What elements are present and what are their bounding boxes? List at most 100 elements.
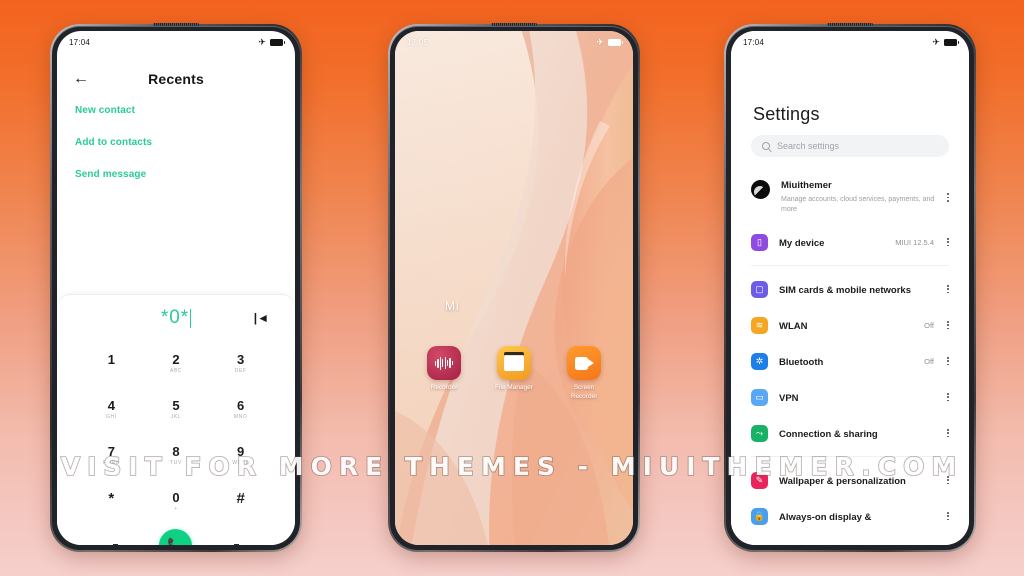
settings-body: Settings Search settings Miuithemer Mana… [731, 31, 969, 545]
key-digit: 5 [172, 397, 180, 413]
back-arrow-icon[interactable]: ← [73, 71, 89, 87]
settings-row-always-on-display[interactable]: 🔒 Always-on display & [731, 498, 969, 534]
key-digit: * [108, 489, 115, 507]
page-title: Recents [148, 71, 204, 87]
phone-call-icon[interactable]: 📞 [159, 529, 193, 545]
settings-row-vpn[interactable]: ▭ VPN [731, 379, 969, 415]
settings-screen: 17:04 ✈ Settings Search settings Miuithe… [731, 31, 969, 545]
key-digit: # [236, 489, 245, 507]
key-star[interactable]: * [79, 481, 144, 522]
more-vertical-icon[interactable] [943, 237, 953, 247]
key-6[interactable]: 6 MNO [208, 389, 273, 430]
key-0[interactable]: 0 + [144, 481, 209, 522]
recorder-icon [427, 346, 461, 380]
keyboard-hide-icon[interactable] [111, 542, 120, 545]
settings-row-account[interactable]: Miuithemer Manage accounts, cloud servic… [731, 171, 969, 224]
key-9[interactable]: 9 WXYZ [208, 435, 273, 476]
settings-row-bluetooth[interactable]: ✲ Bluetooth Off [731, 343, 969, 379]
action-add-to-contacts[interactable]: Add to contacts [75, 137, 277, 148]
dialer-header: ← Recents [57, 59, 295, 99]
wifi-icon: ≋ [751, 317, 768, 335]
device-icon: ▯ [751, 234, 768, 252]
more-vertical-icon[interactable] [943, 193, 953, 202]
airplane-icon: ✈ [932, 36, 940, 47]
app-recorder[interactable]: Recorder [420, 346, 468, 402]
settings-label: My device [779, 238, 825, 250]
folder-label: Mi [445, 299, 460, 313]
connection-sharing-icon: ⤳ [751, 425, 768, 443]
key-digit: 1 [107, 351, 115, 367]
search-placeholder: Search settings [777, 141, 840, 151]
key-letters: WXYZ [232, 460, 250, 467]
key-2[interactable]: 2 ABC [144, 343, 209, 384]
key-5[interactable]: 5 JKL [144, 389, 209, 430]
phone-device-dialer: 17:04 ✈ ← Recents New contact Add to con… [50, 23, 302, 552]
more-vertical-icon[interactable] [943, 392, 953, 402]
backspace-icon[interactable]: |◄ [254, 311, 269, 325]
vpn-icon: ▭ [751, 389, 768, 407]
app-screen-recorder[interactable]: Screen Recorder [560, 346, 608, 402]
status-time: 17:04 [743, 37, 765, 47]
key-8[interactable]: 8 TUV [144, 435, 209, 476]
key-letters: TUV [170, 460, 182, 467]
dialer-display[interactable]: *0* |◄ [57, 295, 295, 341]
action-send-message[interactable]: Send message [75, 169, 277, 180]
lock-screen-icon: 🔒 [751, 508, 768, 526]
key-digit: 7 [107, 443, 115, 459]
status-time: 17:05 [407, 37, 429, 47]
settings-row-wlan[interactable]: ≋ WLAN Off [731, 307, 969, 343]
dialed-number: *0* [160, 307, 190, 328]
settings-row-sim-cards[interactable]: ▢ SIM cards & mobile networks [731, 271, 969, 307]
dialpad-bottom-row: 📞 [57, 522, 295, 545]
status-bar-settings: 17:04 ✈ [731, 31, 969, 53]
key-digit: 8 [172, 443, 180, 459]
search-input[interactable]: Search settings [751, 135, 949, 157]
more-options-icon[interactable] [232, 542, 241, 545]
status-bar-dialer: 17:04 ✈ [57, 31, 295, 53]
settings-row-connection-sharing[interactable]: ⤳ Connection & sharing [731, 415, 969, 451]
status-time: 17:04 [69, 37, 91, 47]
key-7[interactable]: 7 PQRS [79, 435, 144, 476]
sim-card-icon: ▢ [751, 281, 768, 299]
phone-device-home: 17:05 ✈ Mi Recorder File Manager Screen … [388, 23, 640, 552]
dialpad-panel: *0* |◄ 1 2 ABC 3 DEF 4 GHI 5 JKL 6 MNO 7 PQRS … [57, 294, 295, 545]
settings-label: SIM cards & mobile networks [779, 285, 911, 297]
file-manager-icon [497, 346, 531, 380]
more-vertical-icon[interactable] [943, 284, 953, 294]
key-letters: GHI [105, 414, 117, 421]
wallpaper-image [395, 31, 633, 545]
more-vertical-icon[interactable] [943, 511, 953, 521]
wallpaper-icon: ✎ [751, 472, 768, 490]
text-cursor [190, 308, 192, 328]
key-4[interactable]: 4 GHI [79, 389, 144, 430]
settings-value: Off [924, 320, 934, 330]
account-name: Miuithemer [781, 180, 832, 191]
phone-device-settings: 17:04 ✈ Settings Search settings Miuithe… [724, 23, 976, 552]
settings-row-wallpaper[interactable]: ✎ Wallpaper & personalization [731, 462, 969, 498]
app-label: Screen Recorder [570, 384, 598, 400]
bluetooth-icon: ✲ [751, 353, 768, 371]
action-new-contact[interactable]: New contact [75, 105, 277, 116]
more-vertical-icon[interactable] [943, 320, 953, 330]
page-title: Settings [753, 104, 820, 124]
key-1[interactable]: 1 [79, 343, 144, 384]
more-vertical-icon[interactable] [943, 475, 953, 485]
key-digit: 0 [172, 489, 180, 505]
key-hash[interactable]: # [208, 481, 273, 522]
app-grid: Recorder File Manager Screen Recorder [395, 346, 633, 402]
key-3[interactable]: 3 DEF [208, 343, 273, 384]
settings-label: WLAN [779, 321, 808, 333]
app-file-manager[interactable]: File Manager [490, 346, 538, 402]
key-letters: DEF [234, 368, 247, 375]
account-subtitle: Manage accounts, cloud services, payment… [781, 195, 935, 213]
key-letters: PQRS [103, 460, 120, 467]
settings-value: Off [924, 356, 934, 366]
key-letters: ABC [169, 368, 183, 375]
dialpad-keys: 1 2 ABC 3 DEF 4 GHI 5 JKL 6 MNO 7 PQRS 8 TUV 9W… [57, 341, 295, 522]
more-vertical-icon[interactable] [943, 428, 953, 438]
settings-row-my-device[interactable]: ▯ My device MIUI 12.5.4 [731, 224, 969, 260]
key-letters: + [174, 506, 178, 513]
account-avatar [751, 180, 770, 199]
settings-label: Bluetooth [779, 357, 824, 369]
more-vertical-icon[interactable] [943, 356, 953, 366]
